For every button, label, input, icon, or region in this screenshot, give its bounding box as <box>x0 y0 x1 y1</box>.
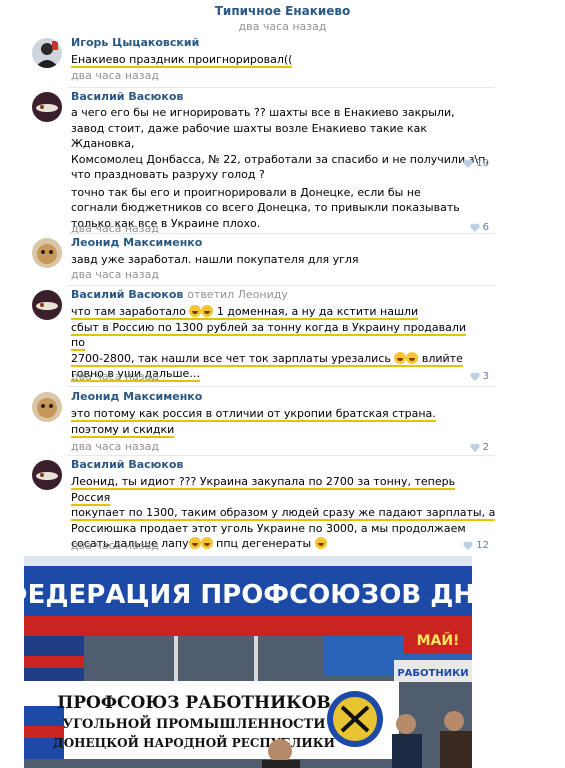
like-count: 3 <box>482 371 489 382</box>
like-button[interactable]: 12 <box>463 540 489 551</box>
reply-to-link[interactable]: ответил Леониду <box>187 288 288 301</box>
comment-text-line: согнали бюджетников со всего Донецка, то… <box>71 201 460 214</box>
comment-item: Леонид Максименко завд уже заработал. на… <box>0 234 565 286</box>
avatar[interactable] <box>32 290 62 320</box>
comment-item: Василий Васюков а чего его бы не игнорир… <box>0 88 565 236</box>
comment-author-link[interactable]: Леонид Максименко <box>71 390 202 403</box>
laughing-emoji-icon <box>188 537 201 549</box>
comment-text-line: поэтому и скидки <box>71 422 175 438</box>
comment-text-line: завод стоит, даже рабочие шахты возле Ен… <box>71 121 427 151</box>
comment-text-line: влийте <box>421 351 463 365</box>
comment-text-line: Комсомолец Донбасса, № 22, отработали за… <box>71 152 489 166</box>
comment-text: это потому как россия в отличии от укроп… <box>71 406 491 438</box>
avatar[interactable] <box>32 38 62 68</box>
comment-text-line: это потому как россия в отличии от укроп… <box>71 407 436 422</box>
like-count: 2 <box>482 442 489 453</box>
comment-item: Игорь Цыцаковский Енакиево праздник прои… <box>0 34 565 84</box>
post-time[interactable]: два часа назад <box>0 20 565 33</box>
comment-text: завд уже заработал. нашли покупателя для… <box>71 252 491 268</box>
laughing-emoji-icon <box>200 537 213 549</box>
heart-icon <box>470 372 480 381</box>
comment-text-line: 2700-2800, так нашли все чет ток зарплат… <box>71 351 391 365</box>
comment-text-line: что праздновать разруху голод ? <box>71 168 265 181</box>
comment-item: Леонид Максименко это потому как россия … <box>0 388 565 456</box>
comment-text-line: покупает по 1300, таким образом у людей … <box>71 506 496 521</box>
comment-text: Енакиево праздник проигнорировал(( <box>71 52 491 68</box>
comment-text-line: завд уже заработал. нашли покупателя для… <box>71 253 359 266</box>
union-banner-line3: ДОНЕЦКОЙ НАРОДНОЙ РЕСПУБЛИКИ <box>53 734 335 750</box>
laughing-emoji-icon <box>189 305 202 317</box>
heart-icon <box>470 443 480 452</box>
heart-icon <box>470 223 480 232</box>
union-banner-line2: УГОЛЬНОЙ ПРОМЫШЛЕННОСТИ <box>63 715 326 732</box>
like-button[interactable]: 10 <box>463 158 489 169</box>
comment-author-link[interactable]: Василий Васюков <box>71 458 183 471</box>
comment-author-name[interactable]: Василий Васюков <box>71 288 183 301</box>
comment-time[interactable]: два часа назад <box>71 268 159 281</box>
comment-author-link[interactable]: Василий Васюков <box>71 90 183 103</box>
comment-author-link[interactable]: Василий Васюков ответил Леониду <box>71 288 288 301</box>
comment-author-link[interactable]: Леонид Максименко <box>71 236 202 249</box>
comment-item: Василий Васюков Леонид, ты идиот ??? Укр… <box>0 456 565 552</box>
avatar[interactable] <box>32 92 62 122</box>
sign-workers-text: РАБОТНИКИ <box>397 668 468 679</box>
comment-text-line: ппц дегенераты <box>216 537 312 550</box>
comment-text-line: сбыт в Россию по 1300 рублей за тонну ко… <box>71 320 467 351</box>
divider <box>68 386 495 387</box>
avatar[interactable] <box>32 238 62 268</box>
comment-author-link[interactable]: Игорь Цыцаковский <box>71 36 199 49</box>
comment-time[interactable]: два часа назад <box>71 69 159 82</box>
laughing-emoji-icon <box>201 305 214 317</box>
like-count: 10 <box>476 158 489 169</box>
group-name-link[interactable]: Типичное Енакиево <box>0 4 565 18</box>
like-count: 6 <box>482 222 489 233</box>
comment-text: а чего его бы не игнорировать ?? шахты в… <box>71 105 491 231</box>
avatar[interactable] <box>32 392 62 422</box>
like-button[interactable]: 2 <box>470 442 489 453</box>
like-button[interactable]: 3 <box>470 371 489 382</box>
sign-may-text: МАЙ! <box>417 632 460 649</box>
comment-time[interactable]: два часа назад <box>71 539 159 552</box>
heart-icon <box>463 159 473 168</box>
laughing-emoji-icon <box>406 351 419 364</box>
comment-text-line: а чего его бы не игнорировать ?? шахты в… <box>71 106 455 119</box>
protest-photo: ФЕДЕРАЦИЯ ПРОФСОЮЗОВ ДНР МАЙ! РАБОТНИКИ … <box>24 556 472 768</box>
like-count: 12 <box>476 540 489 551</box>
comment-time[interactable]: два часа назад <box>71 440 159 453</box>
comment-text-line: Леонид, ты идиот ??? Украина закупала по… <box>71 475 456 506</box>
comment-text-line: точно так бы его и проигнорировали в Дон… <box>71 185 421 199</box>
comment-text-line: Енакиево праздник проигнорировал(( <box>71 53 293 68</box>
heart-icon <box>463 541 473 550</box>
comment-item: Василий Васюков ответил Леониду что там … <box>0 286 565 386</box>
union-banner-line1: ПРОФСОЮЗ РАБОТНИКОВ <box>57 693 331 713</box>
like-button[interactable]: 6 <box>470 222 489 233</box>
comment-time[interactable]: два часа назад <box>71 370 159 383</box>
comment-text-line: что там заработало <box>71 305 186 318</box>
laughing-emoji-icon <box>314 537 327 549</box>
comment-text-line: Россиюшка продает этот уголь Украине по … <box>71 521 466 535</box>
comment-text-line: 1 доменная, а ну да кстити нашли <box>216 305 419 318</box>
avatar[interactable] <box>32 460 62 490</box>
attached-photo[interactable]: ФЕДЕРАЦИЯ ПРОФСОЮЗОВ ДНР МАЙ! РАБОТНИКИ … <box>24 556 472 768</box>
laughing-emoji-icon <box>394 351 407 364</box>
banner-top-text: ФЕДЕРАЦИЯ ПРОФСОЮЗОВ ДНР <box>24 580 472 610</box>
